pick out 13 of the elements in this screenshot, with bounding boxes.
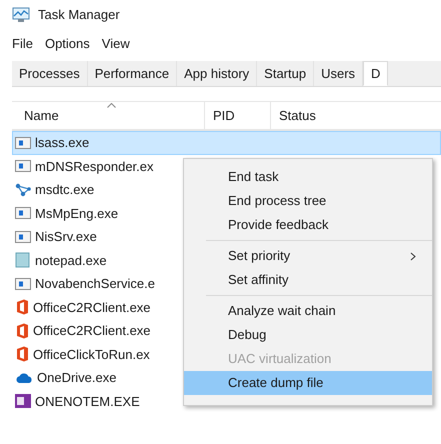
process-name: OneDrive.exe [37, 369, 116, 387]
process-name: MsMpEng.exe [35, 204, 118, 223]
process-name: OfficeC2RClient.exe [33, 322, 151, 340]
process-name: mDNSResponder.ex [35, 158, 154, 176]
process-name: ONENOTEM.EXE [35, 392, 140, 410]
process-name: OfficeC2RClient.exe [33, 298, 151, 316]
process-name: OfficeClickToRun.ex [33, 346, 150, 364]
process-name: NovabenchService.e [35, 275, 155, 293]
process-name: msdtc.exe [35, 181, 94, 199]
process-name: NisSrv.exe [35, 228, 97, 246]
process-name: lsass.exe [35, 134, 90, 152]
process-name: notepad.exe [35, 252, 107, 270]
window-title: Task Manager [38, 6, 120, 24]
